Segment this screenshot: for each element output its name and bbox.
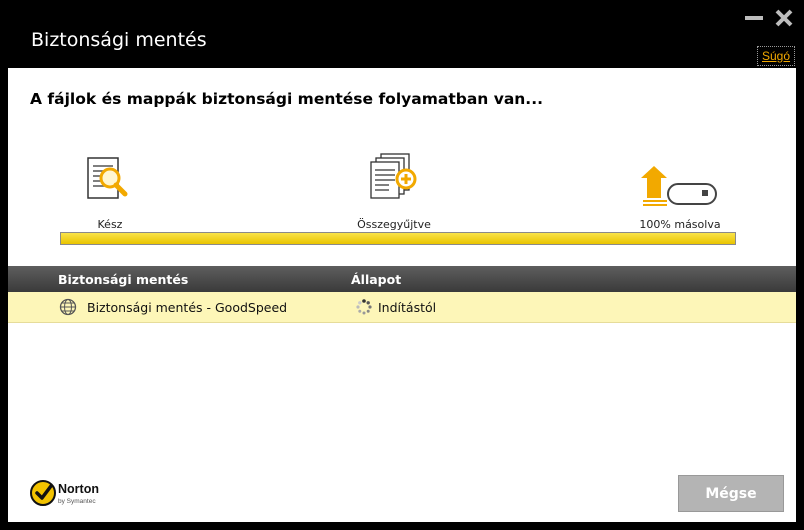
minimize-button[interactable] <box>745 16 763 20</box>
page-heading: A fájlok és mappák biztonsági mentése fo… <box>30 90 543 108</box>
documents-add-icon <box>370 153 417 199</box>
backup-set-name: Biztonsági mentés - GoodSpeed <box>87 300 288 315</box>
close-button[interactable] <box>774 8 794 28</box>
column-header-status[interactable]: Állapot <box>351 272 401 287</box>
table-row[interactable]: Biztonsági mentés - GoodSpeed Indítástól <box>8 292 796 323</box>
window-title: Biztonsági mentés <box>31 29 207 51</box>
svg-text:Norton: Norton <box>58 482 99 496</box>
step-label-copied: 100% másolva <box>639 218 721 231</box>
column-header-backup[interactable]: Biztonsági mentés <box>58 272 188 287</box>
cancel-button[interactable]: Mégse <box>678 475 784 512</box>
help-link[interactable]: Súgó <box>757 46 796 66</box>
table-header: Biztonsági mentés Állapot <box>8 266 796 292</box>
step-label-collected: Összegyűjtve <box>357 218 431 231</box>
backup-status: Indítástól <box>378 300 437 315</box>
norton-logo: Norton by Symantec <box>30 477 110 514</box>
globe-icon <box>59 298 77 316</box>
svg-text:by Symantec: by Symantec <box>58 498 96 505</box>
document-search-icon <box>87 157 128 199</box>
main-panel: A fájlok és mappák biztonsági mentése fo… <box>8 68 796 522</box>
upload-drive-icon <box>641 166 717 206</box>
norton-backup-window: Biztonsági mentés Súgó A fájlok és mappá… <box>0 0 804 530</box>
backup-progress-bar <box>60 232 736 245</box>
step-label-done: Kész <box>97 218 123 231</box>
spinner-icon <box>356 299 372 315</box>
progress-fill <box>61 233 735 244</box>
